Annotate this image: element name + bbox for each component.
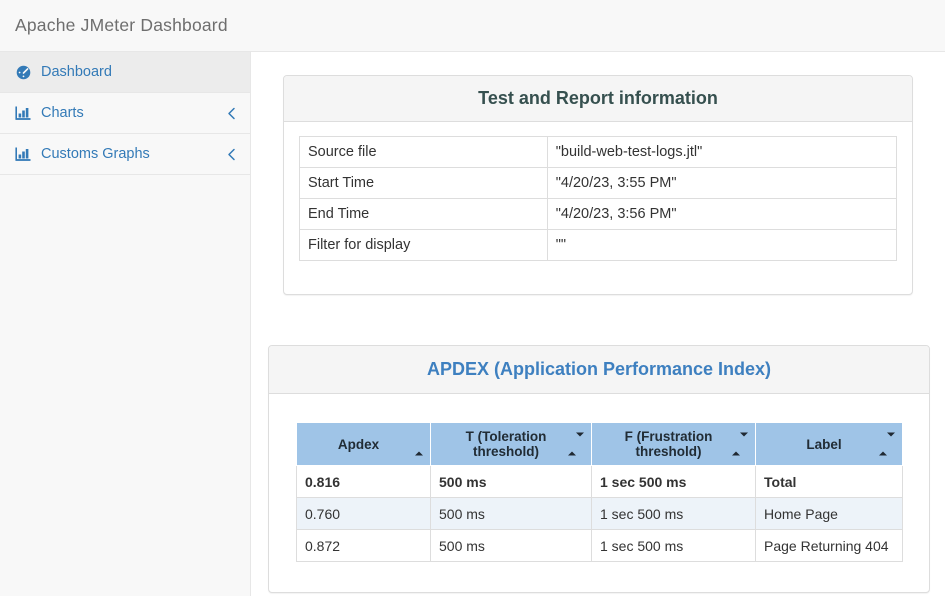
row-label: Source file	[300, 137, 548, 168]
column-label: Label	[806, 437, 841, 452]
frustration-value: 1 sec 500 ms	[592, 466, 756, 498]
row-value: ""	[547, 230, 896, 261]
panel-apdex: APDEX (Application Performance Index) Ap…	[268, 345, 930, 593]
bar-chart-icon	[15, 146, 32, 162]
apdex-row: 0.872 500 ms 1 sec 500 ms Page Returning…	[297, 530, 903, 562]
apdex-header-row: Apdex T (Toleration threshold) F (Frustr…	[297, 423, 903, 466]
apdex-table: Apdex T (Toleration threshold) F (Frustr…	[296, 422, 903, 562]
frustration-value: 1 sec 500 ms	[592, 498, 756, 530]
sort-both-icon	[568, 437, 584, 452]
test-info-table: Source file "build-web-test-logs.jtl" St…	[299, 136, 897, 261]
chevron-left-icon	[227, 148, 236, 161]
column-label: F (Frustration threshold)	[625, 429, 713, 459]
label-value: Page Returning 404	[756, 530, 903, 562]
table-row: Filter for display ""	[300, 230, 897, 261]
row-label: Filter for display	[300, 230, 548, 261]
label-value: Home Page	[756, 498, 903, 530]
sort-both-icon	[879, 437, 895, 452]
panel-heading: Test and Report information	[284, 76, 912, 122]
row-label: End Time	[300, 199, 548, 230]
bar-chart-icon	[15, 105, 32, 121]
column-header-apdex[interactable]: Apdex	[297, 423, 431, 466]
apdex-value: 0.816	[297, 466, 431, 498]
panel-title: APDEX (Application Performance Index)	[284, 359, 914, 380]
column-label: T (Toleration threshold)	[466, 429, 547, 459]
toleration-value: 500 ms	[431, 498, 592, 530]
row-label: Start Time	[300, 168, 548, 199]
sort-both-icon	[732, 437, 748, 452]
chevron-left-icon	[227, 107, 236, 120]
row-value: "build-web-test-logs.jtl"	[547, 137, 896, 168]
apdex-row: 0.760 500 ms 1 sec 500 ms Home Page	[297, 498, 903, 530]
row-value: "4/20/23, 3:55 PM"	[547, 168, 896, 199]
sidebar-item-label: Charts	[41, 105, 227, 121]
sidebar-item-dashboard[interactable]: Dashboard	[0, 52, 250, 93]
label-value: Total	[756, 466, 903, 498]
sidebar-item-customs-graphs[interactable]: Customs Graphs	[0, 134, 250, 175]
panel-body: Apdex T (Toleration threshold) F (Frustr…	[269, 394, 929, 592]
main-content: Test and Report information Source file …	[251, 52, 945, 596]
sidebar: Dashboard Charts Customs Graphs	[0, 52, 251, 596]
sidebar-item-charts[interactable]: Charts	[0, 93, 250, 134]
panel-test-info: Test and Report information Source file …	[283, 75, 913, 295]
app-title: Apache JMeter Dashboard	[0, 15, 228, 36]
row-value: "4/20/23, 3:56 PM"	[547, 199, 896, 230]
sidebar-item-label: Dashboard	[41, 64, 236, 80]
apdex-value: 0.760	[297, 498, 431, 530]
table-row: Start Time "4/20/23, 3:55 PM"	[300, 168, 897, 199]
panel-body: Source file "build-web-test-logs.jtl" St…	[284, 122, 912, 294]
toleration-value: 500 ms	[431, 530, 592, 562]
tachometer-icon	[15, 64, 32, 80]
apdex-value: 0.872	[297, 530, 431, 562]
toleration-value: 500 ms	[431, 466, 592, 498]
frustration-value: 1 sec 500 ms	[592, 530, 756, 562]
table-row: Source file "build-web-test-logs.jtl"	[300, 137, 897, 168]
sidebar-item-label: Customs Graphs	[41, 146, 227, 162]
column-label: Apdex	[338, 437, 379, 452]
sort-asc-icon	[415, 437, 423, 452]
column-header-toleration[interactable]: T (Toleration threshold)	[431, 423, 592, 466]
panel-title: Test and Report information	[299, 88, 897, 109]
app-header: Apache JMeter Dashboard	[0, 0, 945, 52]
column-header-frustration[interactable]: F (Frustration threshold)	[592, 423, 756, 466]
column-header-label[interactable]: Label	[756, 423, 903, 466]
panel-heading: APDEX (Application Performance Index)	[269, 346, 929, 394]
table-row: End Time "4/20/23, 3:56 PM"	[300, 199, 897, 230]
apdex-row-total: 0.816 500 ms 1 sec 500 ms Total	[297, 466, 903, 498]
